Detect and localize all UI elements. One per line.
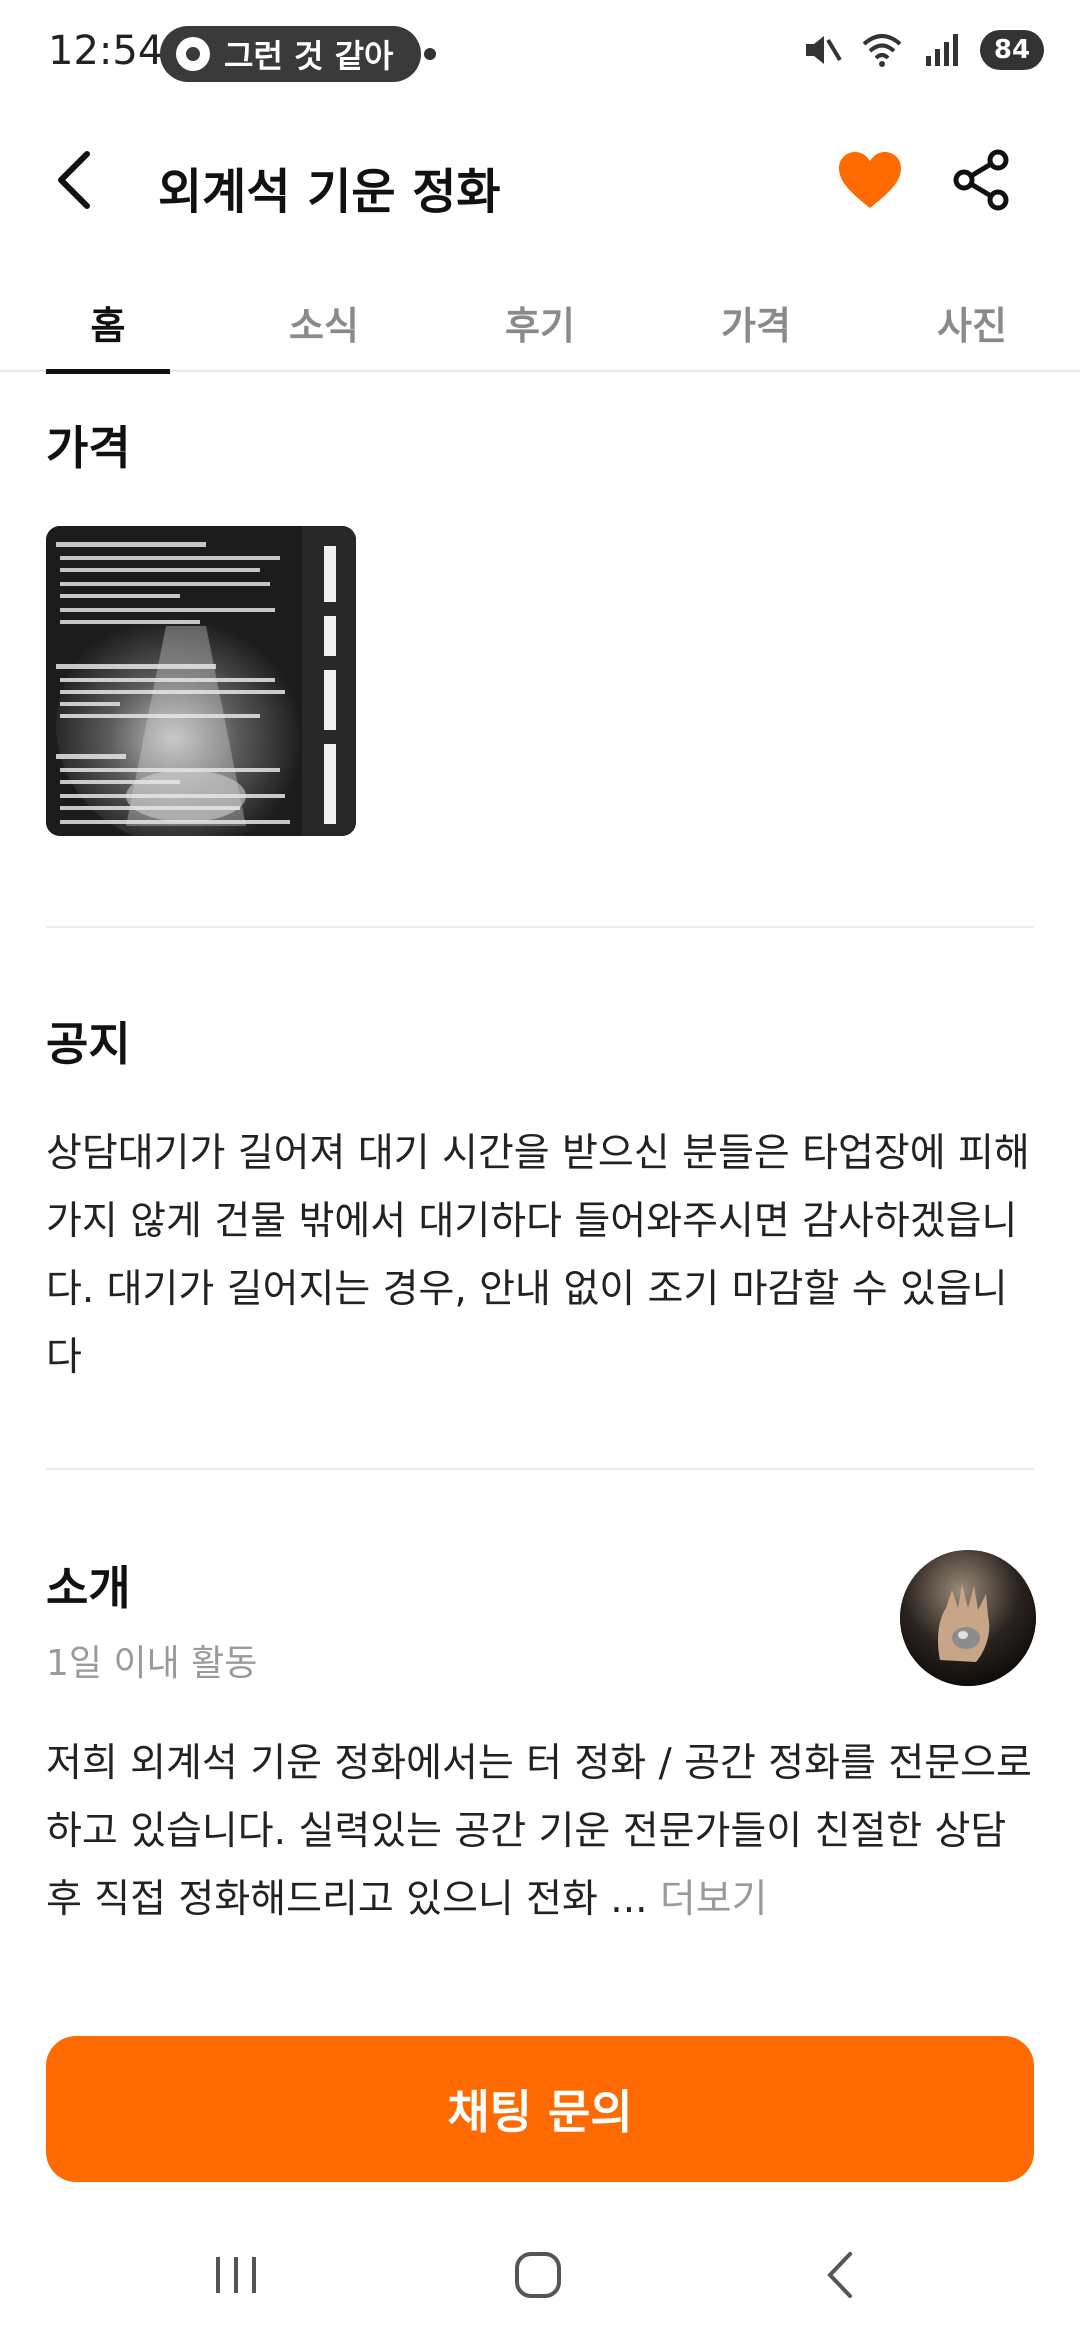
- chevron-left-icon: [58, 151, 90, 209]
- system-nav-bar: [0, 2210, 1080, 2340]
- tab-home-label: 홈: [90, 303, 126, 348]
- page-title: 외계석 기운 정화: [158, 164, 501, 220]
- share-button[interactable]: [942, 140, 1022, 220]
- status-bar: 12:54 그런 것 같아 84: [0, 0, 1080, 110]
- status-time: 12:54: [48, 28, 164, 74]
- notice-heading: 공지: [46, 1017, 131, 1071]
- recent-apps-icon: [216, 2257, 256, 2293]
- avatar[interactable]: [900, 1550, 1036, 1686]
- intro-body: 저희 외계석 기운 정화에서는 터 정화 / 공간 정화를 전문으로 하고 있습…: [46, 1730, 1036, 1934]
- tab-news-label: 소식: [289, 303, 359, 348]
- tab-price-label: 가격: [721, 303, 791, 348]
- notice-body: 상담대기가 길어져 대기 시간을 받으신 분들은 타업장에 피해 가지 않게 건…: [46, 1131, 1030, 1380]
- mute-icon: [806, 36, 842, 64]
- signal-icon: [926, 34, 958, 66]
- more-link[interactable]: 더보기: [660, 1877, 768, 1922]
- system-icons: 84: [800, 28, 1044, 72]
- home-icon: [515, 2252, 561, 2298]
- recent-apps-button[interactable]: [176, 2230, 296, 2320]
- system-back-button[interactable]: [780, 2230, 900, 2320]
- price-heading: 가격: [46, 421, 131, 475]
- tab-reviews[interactable]: 후기: [478, 272, 602, 372]
- home-button[interactable]: [478, 2230, 598, 2320]
- tab-reviews-label: 후기: [505, 303, 575, 348]
- heart-icon: [839, 152, 901, 208]
- tab-photos-label: 사진: [937, 303, 1007, 348]
- tab-home[interactable]: 홈: [46, 272, 170, 374]
- back-button[interactable]: [40, 140, 110, 220]
- price-menu-graphic: [46, 526, 356, 836]
- avatar-hand-icon: [900, 1550, 1036, 1686]
- activity-status: 1일 이내 활동: [46, 1643, 258, 1684]
- notification-dot-icon: [424, 48, 436, 60]
- section-divider: [46, 1468, 1034, 1470]
- tab-price[interactable]: 가격: [694, 272, 818, 372]
- battery-indicator: 84: [980, 30, 1044, 70]
- share-icon: [953, 149, 1009, 211]
- tab-news[interactable]: 소식: [262, 272, 386, 372]
- tab-bar: 홈 소식 후기 가격 사진: [0, 272, 1080, 374]
- now-playing-chip[interactable]: 그런 것 같아: [160, 26, 422, 82]
- chat-inquiry-button[interactable]: 채팅 문의: [46, 2036, 1034, 2182]
- music-icon: [176, 37, 210, 71]
- section-divider: [46, 926, 1034, 928]
- favorite-button[interactable]: [830, 140, 910, 220]
- now-playing-label: 그런 것 같아: [224, 37, 394, 75]
- wifi-icon: [862, 34, 902, 67]
- back-icon: [827, 2252, 852, 2298]
- intro-body-text: 저희 외계석 기운 정화에서는 터 정화 / 공간 정화를 전문으로 하고 있습…: [46, 1741, 1032, 1922]
- app-header: 외계석 기운 정화: [0, 110, 1080, 250]
- price-menu-image[interactable]: [46, 526, 356, 836]
- intro-heading: 소개: [46, 1561, 131, 1615]
- tab-photos[interactable]: 사진: [910, 272, 1034, 372]
